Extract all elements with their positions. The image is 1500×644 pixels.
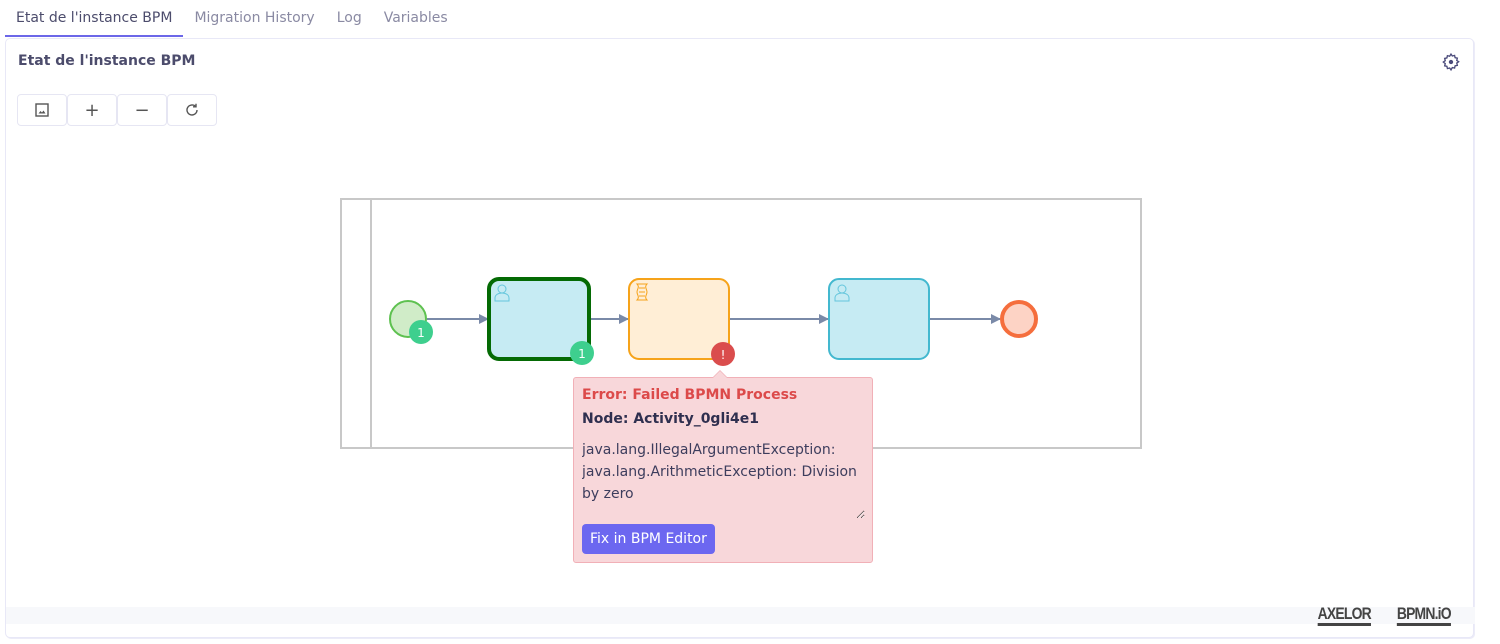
zoom-in-button[interactable]: + <box>67 94 117 126</box>
plus-icon: + <box>84 99 100 121</box>
error-title: Error: Failed BPMN Process <box>582 387 798 403</box>
minus-icon: − <box>134 99 150 121</box>
footer-bar <box>6 607 1475 624</box>
start-event-badge-count: 1 <box>417 326 425 340</box>
tab-migration-history[interactable]: Migration History <box>183 0 325 37</box>
tab-variables[interactable]: Variables <box>373 0 459 37</box>
export-image-button[interactable] <box>17 94 67 126</box>
footer-logos: AXELOR BPMN.iO <box>1306 605 1452 626</box>
error-message[interactable]: java.lang.IllegalArgumentException: java… <box>582 439 865 519</box>
end-event[interactable] <box>1000 300 1038 338</box>
tab-bar: Etat de l'instance BPM Migration History… <box>5 0 459 37</box>
tab-instance-state[interactable]: Etat de l'instance BPM <box>5 0 184 37</box>
user-task-badge-count: 1 <box>578 347 586 361</box>
tab-log[interactable]: Log <box>326 0 373 37</box>
gear-icon[interactable] <box>1441 52 1461 72</box>
bpm-instance-panel: Etat de l'instance BPM + − 1 1 ! Error: … <box>5 38 1475 638</box>
error-popup: Error: Failed BPMN Process Node: Activit… <box>573 370 873 563</box>
axelor-logo[interactable]: AXELOR <box>1318 605 1372 626</box>
error-node: Node: Activity_0gli4e1 <box>582 411 760 427</box>
diagram-toolbar: + − <box>17 94 217 126</box>
fix-in-editor-button[interactable]: Fix in BPM Editor <box>582 524 715 554</box>
image-icon <box>35 103 49 117</box>
error-badge-mark: ! <box>721 348 726 362</box>
zoom-out-button[interactable]: − <box>117 94 167 126</box>
user-task-pending[interactable] <box>828 278 930 360</box>
bpmn-io-logo[interactable]: BPMN.iO <box>1397 605 1452 626</box>
panel-title: Etat de l'instance BPM <box>18 53 196 69</box>
reset-view-button[interactable] <box>167 94 217 126</box>
refresh-icon <box>186 103 198 116</box>
